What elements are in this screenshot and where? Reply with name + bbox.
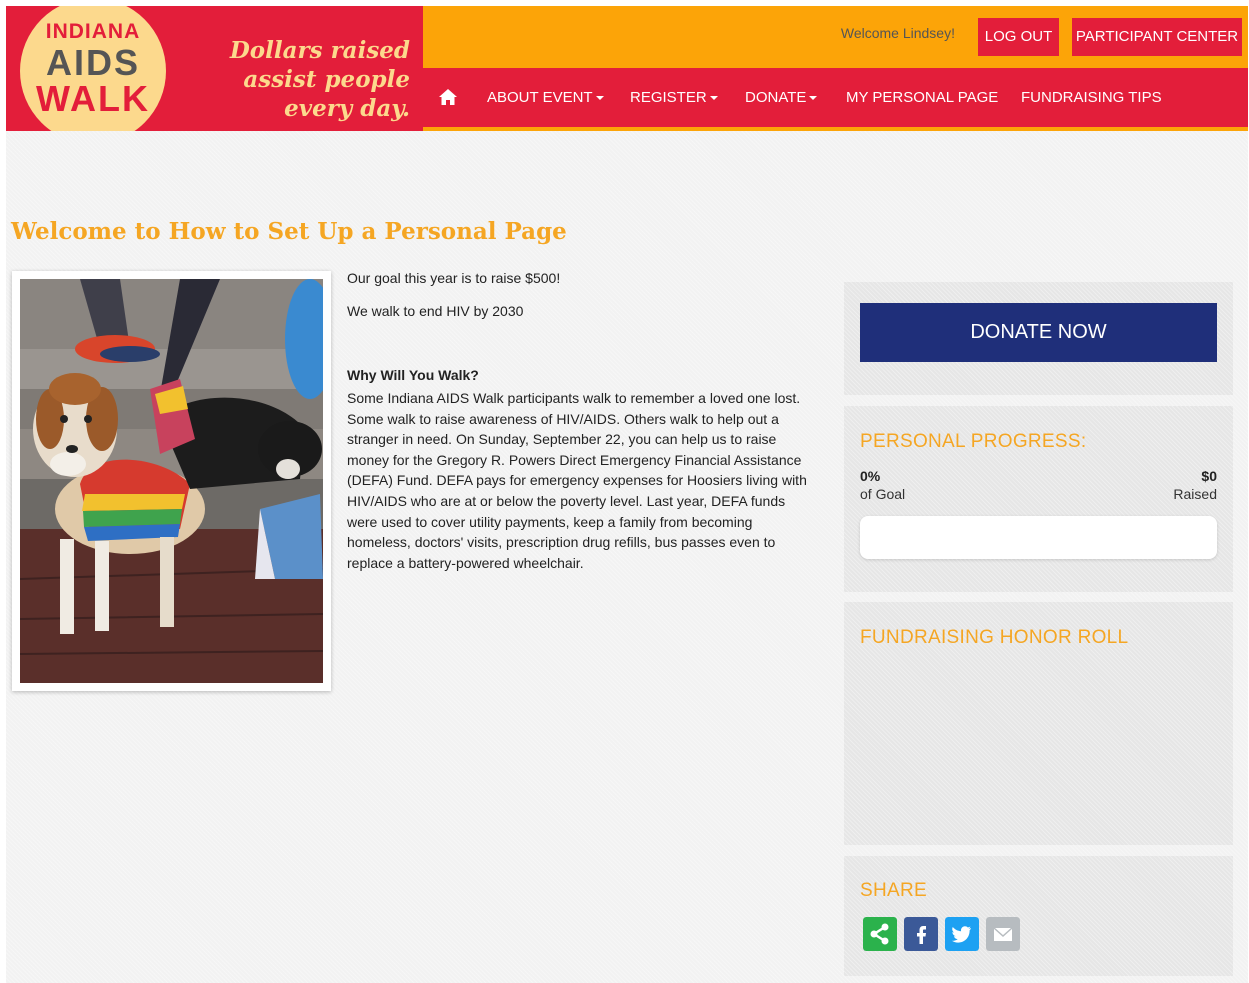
caret-down-icon (709, 96, 718, 101)
progress-percent: 0% (860, 468, 881, 484)
twitter-icon[interactable] (945, 917, 979, 951)
logo-text-walk: WALK (36, 78, 150, 119)
nav-register-label: REGISTER (630, 89, 707, 106)
progress-amount-label: Raised (1173, 486, 1217, 502)
logo-text-indiana: INDIANA (45, 20, 141, 43)
site-header: INDIANA AIDS WALK Dollars raised assist … (6, 6, 1248, 131)
facebook-icon[interactable] (904, 917, 938, 951)
nav-about-event[interactable]: ABOUT EVENT (487, 68, 604, 127)
why-walk-body: Some Indiana AIDS Walk participants walk… (347, 390, 807, 571)
honor-roll-title: FUNDRAISING HONOR ROLL (860, 627, 1129, 648)
brand-tagline: Dollars raised assist people every day. (229, 37, 410, 122)
donate-now-button[interactable]: DONATE NOW (860, 303, 1217, 362)
progress-percent-label: of Goal (860, 486, 906, 502)
nav-fundraising-tips-label: FUNDRAISING TIPS (1021, 89, 1162, 106)
main-nav: ABOUT EVENT REGISTER DONATE MY PERSONAL … (423, 68, 1248, 131)
share-icon[interactable] (863, 917, 897, 951)
honor-roll-panel: FUNDRAISING HONOR ROLL (844, 602, 1233, 845)
cause-text: We walk to end HIV by 2030 (347, 303, 524, 319)
logout-button[interactable]: LOG OUT (978, 18, 1059, 56)
brand-block[interactable]: INDIANA AIDS WALK Dollars raised assist … (6, 6, 423, 131)
nav-donate-label: DONATE (745, 89, 807, 106)
page-title: Welcome to How to Set Up a Personal Page (11, 218, 567, 245)
nav-my-personal-page-label: MY PERSONAL PAGE (846, 89, 999, 106)
share-panel: SHARE (844, 856, 1233, 976)
caret-down-icon (595, 96, 604, 101)
goal-text: Our goal this year is to raise $500! (347, 270, 561, 286)
personal-photo-frame (12, 271, 331, 691)
donate-panel: DONATE NOW (844, 282, 1233, 395)
caret-down-icon (809, 96, 818, 101)
personal-photo (20, 279, 323, 683)
nav-my-personal-page[interactable]: MY PERSONAL PAGE (846, 68, 998, 127)
share-title: SHARE (860, 880, 927, 901)
nav-fundraising-tips[interactable]: FUNDRAISING TIPS (1021, 68, 1162, 127)
nav-about-event-label: ABOUT EVENT (487, 89, 593, 106)
progress-title: PERSONAL PROGRESS: (860, 431, 1087, 452)
welcome-message: Welcome Lindsey! (840, 25, 955, 41)
nav-register[interactable]: REGISTER (630, 68, 718, 127)
participant-center-button[interactable]: PARTICIPANT CENTER (1072, 18, 1242, 56)
top-utility-bar: Welcome Lindsey! LOG OUT PARTICIPANT CEN… (423, 6, 1248, 68)
page: INDIANA AIDS WALK Dollars raised assist … (6, 6, 1248, 983)
why-walk-heading: Why Will You Walk? (347, 367, 479, 383)
progress-bar (860, 516, 1217, 559)
personal-progress-panel: PERSONAL PROGRESS: 0% of Goal $0 Raised (844, 406, 1233, 592)
home-icon[interactable] (439, 89, 457, 105)
email-icon[interactable] (986, 917, 1020, 951)
nav-donate[interactable]: DONATE (745, 68, 818, 127)
progress-amount: $0 (1201, 468, 1217, 484)
